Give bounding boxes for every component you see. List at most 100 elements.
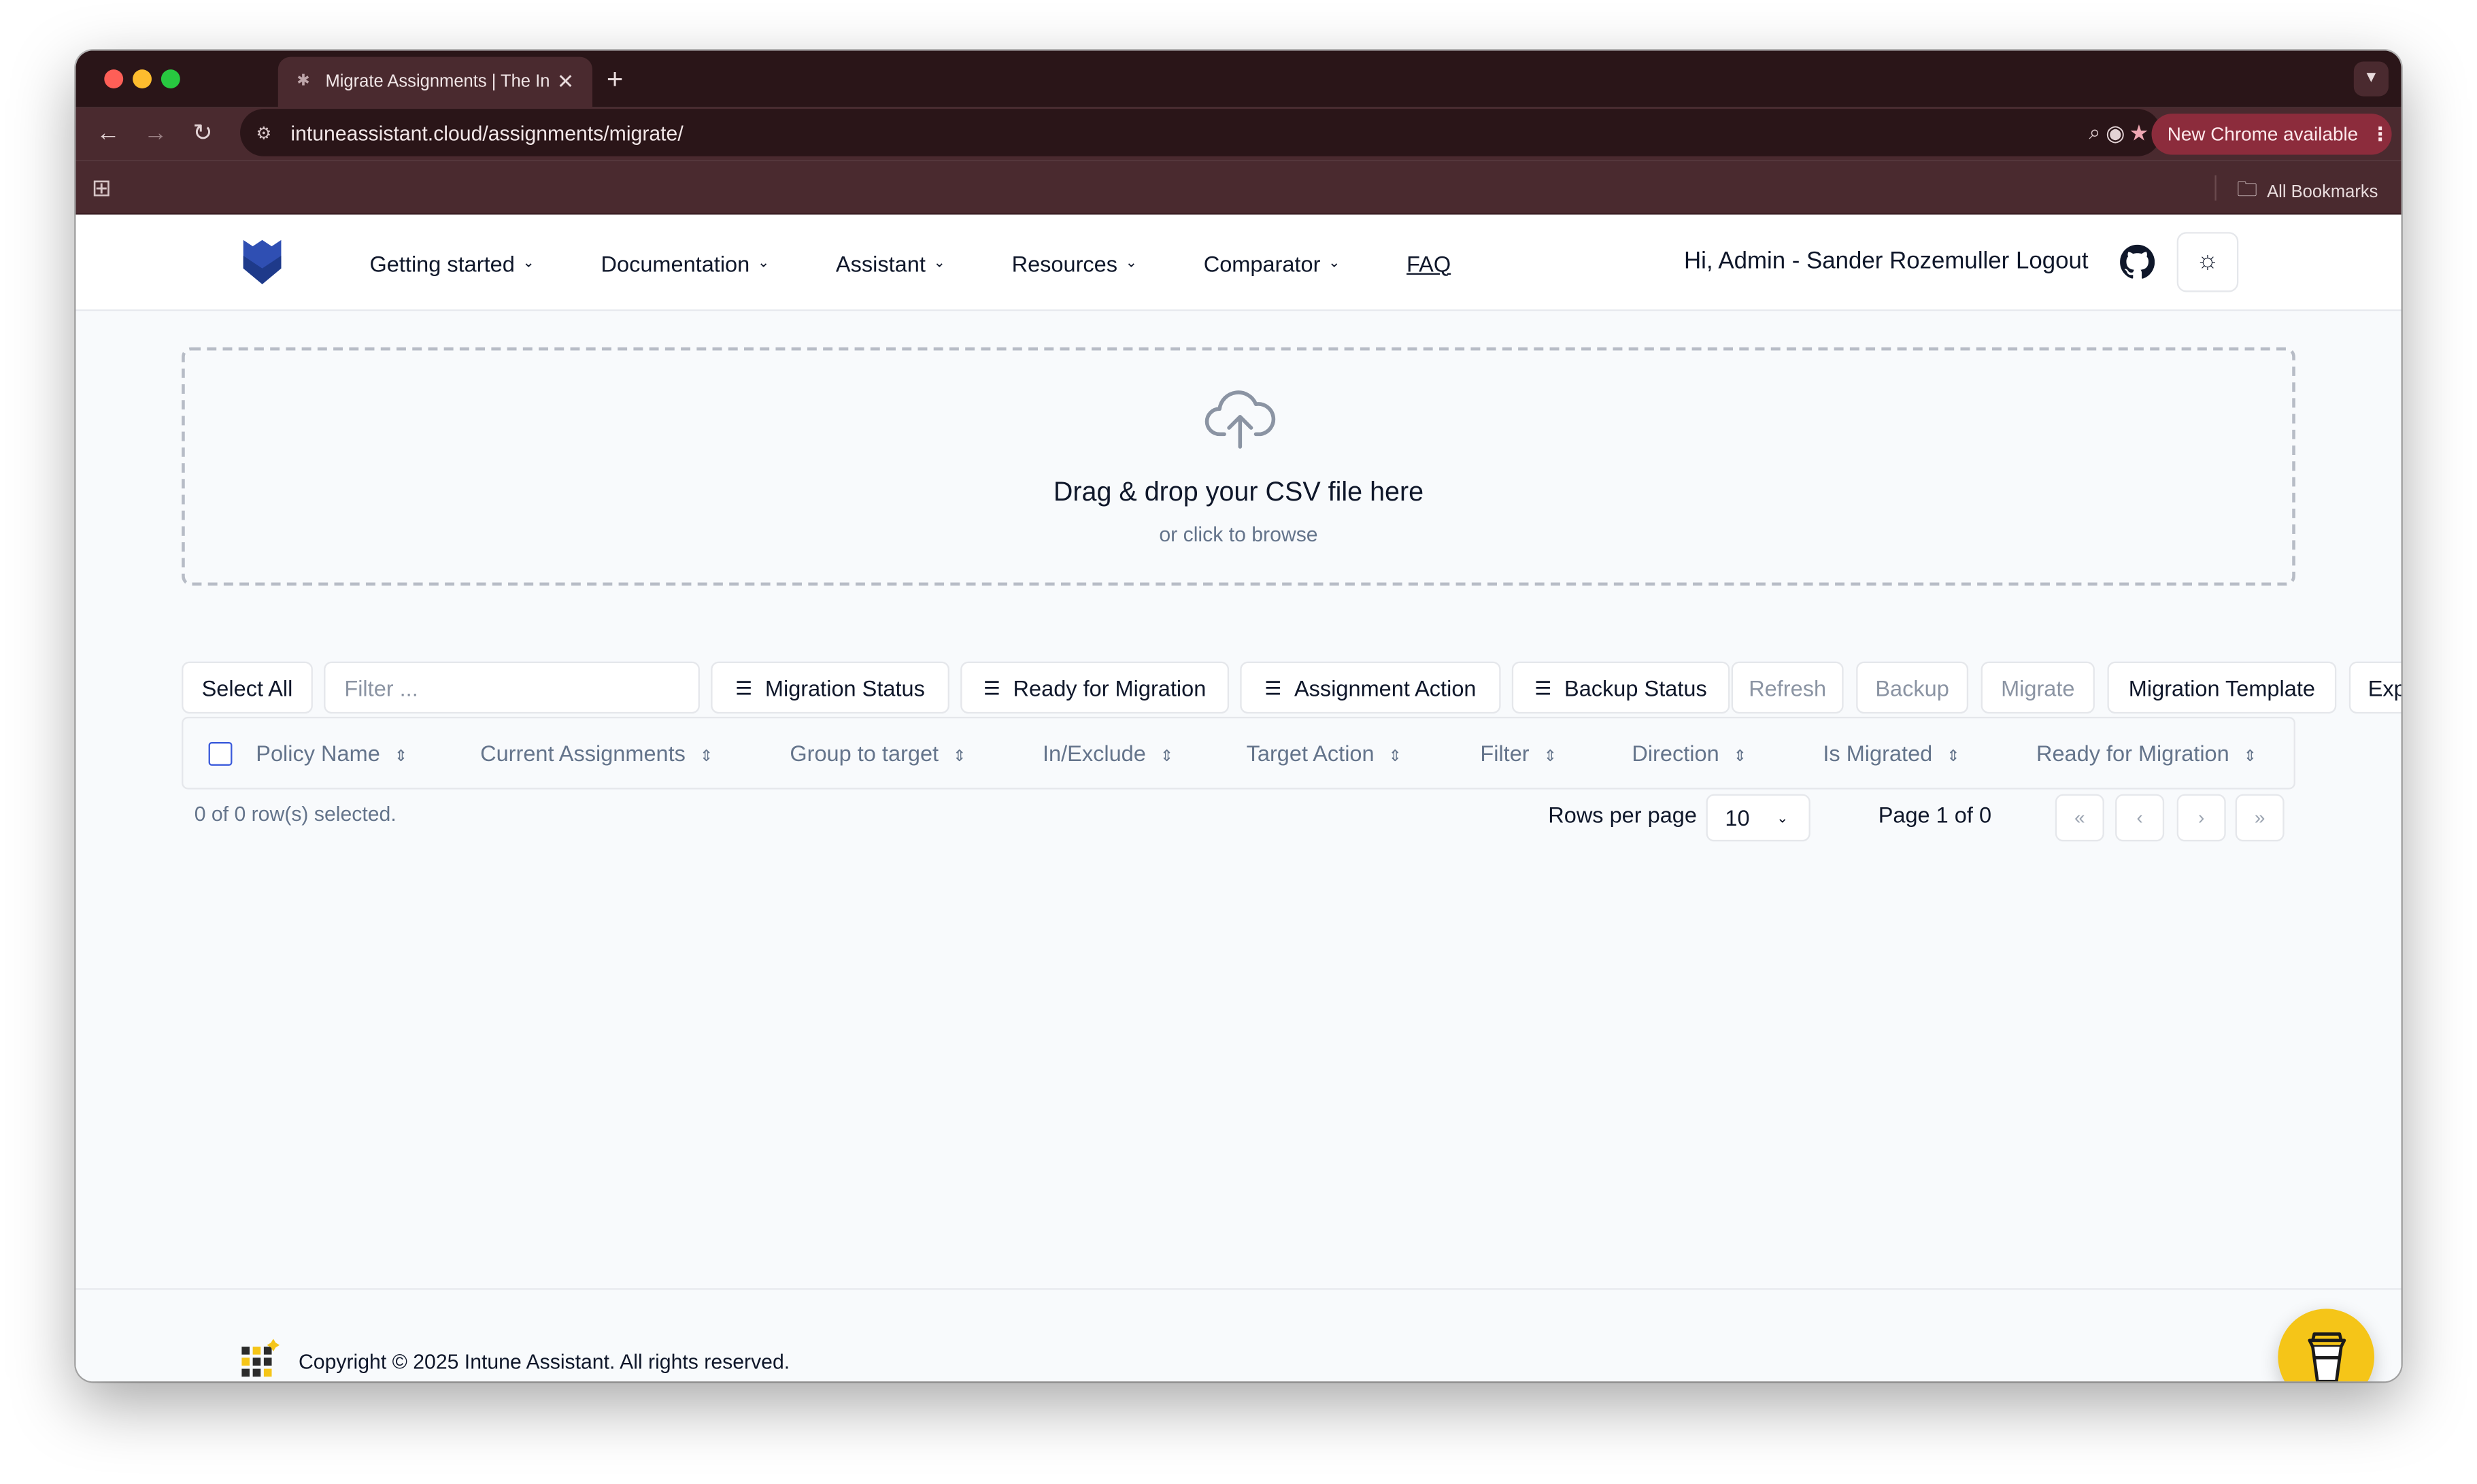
bookmarks-divider bbox=[2214, 175, 2217, 201]
refresh-button[interactable]: Refresh bbox=[1731, 661, 1844, 714]
more-menu-icon: ⋮ bbox=[2370, 123, 2390, 146]
double-chevron-right-icon: » bbox=[2254, 807, 2265, 829]
migration-status-filter-button[interactable]: ☰ Migration Status bbox=[711, 661, 949, 714]
column-label: Is Migrated bbox=[1823, 740, 1933, 766]
back-arrow-icon[interactable]: ← bbox=[97, 120, 120, 148]
sort-icon: ⇕ bbox=[699, 748, 713, 766]
new-tab-button[interactable]: + bbox=[607, 63, 623, 95]
tab-search-chevron-icon[interactable]: ▼ bbox=[2353, 61, 2389, 97]
nav-label: Assistant bbox=[835, 250, 926, 276]
theme-toggle-button[interactable]: ☼ bbox=[2176, 232, 2239, 292]
chevron-left-icon: ‹ bbox=[2136, 807, 2143, 829]
column-target-action[interactable]: Target Action ⇕ bbox=[1247, 741, 1402, 766]
select-all-button[interactable]: Select All bbox=[182, 661, 313, 714]
column-is-migrated[interactable]: Is Migrated ⇕ bbox=[1823, 741, 1959, 766]
column-ready-for-migration[interactable]: Ready for Migration ⇕ bbox=[2036, 741, 2257, 766]
filter-input[interactable] bbox=[324, 661, 700, 714]
github-icon[interactable] bbox=[2120, 244, 2155, 280]
bookmarks-bar: ⊞ 🗀 All Bookmarks bbox=[75, 161, 2402, 215]
column-filter[interactable]: Filter ⇕ bbox=[1480, 741, 1557, 766]
chrome-update-button[interactable]: New Chrome available ⋮ bbox=[2151, 114, 2392, 155]
previous-page-button[interactable]: ‹ bbox=[2115, 794, 2165, 842]
maximize-window-button[interactable] bbox=[161, 69, 180, 88]
update-label: New Chrome available bbox=[2167, 123, 2359, 146]
nav-assistant[interactable]: Assistant ⌄ bbox=[836, 250, 945, 275]
column-group-to-target[interactable]: Group to target ⇕ bbox=[790, 741, 966, 766]
page-content: Getting started ⌄ Documentation ⌄ Assist… bbox=[75, 214, 2402, 1382]
site-info-icon[interactable]: ⚙ bbox=[240, 122, 288, 143]
column-label: Group to target bbox=[790, 740, 939, 766]
assignment-action-filter-button[interactable]: ☰ Assignment Action bbox=[1240, 661, 1501, 714]
browser-window: ✱ Migrate Assignments | The In ✕ + ▼ ← →… bbox=[75, 50, 2402, 1382]
url-text[interactable]: intuneassistant.cloud/assignments/migrat… bbox=[288, 121, 2073, 145]
browser-toolbar: ← → ↻ ⚙ intuneassistant.cloud/assignment… bbox=[75, 107, 2402, 161]
select-all-checkbox[interactable] bbox=[208, 742, 233, 766]
nav-label: Documentation bbox=[601, 250, 750, 276]
all-bookmarks-button[interactable]: 🗀 All Bookmarks bbox=[2237, 175, 2378, 210]
all-bookmarks-label: All Bookmarks bbox=[2267, 183, 2378, 203]
tab-favicon-icon: ✱ bbox=[297, 72, 310, 90]
browser-tab-active[interactable]: ✱ Migrate Assignments | The In ✕ bbox=[277, 56, 593, 107]
column-label: Direction bbox=[1632, 740, 1719, 766]
chevron-down-icon: ⌄ bbox=[1125, 254, 1138, 270]
filter-lines-icon: ☰ bbox=[983, 676, 1000, 699]
nav-label: Getting started bbox=[369, 250, 515, 276]
site-header: Getting started ⌄ Documentation ⌄ Assist… bbox=[75, 214, 2402, 311]
filter-lines-icon: ☰ bbox=[735, 676, 752, 699]
main-nav: Getting started ⌄ Documentation ⌄ Assist… bbox=[370, 215, 1451, 311]
rows-per-page-select[interactable]: 10 ⌄ bbox=[1706, 794, 1810, 842]
nav-comparator[interactable]: Comparator ⌄ bbox=[1204, 250, 1341, 275]
button-label: Backup Status bbox=[1564, 675, 1707, 701]
tab-close-icon[interactable]: ✕ bbox=[554, 69, 577, 95]
csv-dropzone[interactable]: Drag & drop your CSV file here or click … bbox=[182, 347, 2295, 586]
sort-icon: ⇕ bbox=[2243, 748, 2257, 766]
coffee-cup-icon bbox=[2307, 1332, 2346, 1382]
migrate-button[interactable]: Migrate bbox=[1981, 661, 2095, 714]
next-page-button[interactable]: › bbox=[2176, 794, 2226, 842]
backup-status-filter-button[interactable]: ☰ Backup Status bbox=[1511, 661, 1730, 714]
sort-icon: ⇕ bbox=[952, 748, 966, 766]
close-window-button[interactable] bbox=[104, 69, 124, 88]
sort-icon: ⇕ bbox=[1388, 748, 1402, 766]
nav-faq-link[interactable]: FAQ bbox=[1406, 250, 1451, 275]
first-page-button[interactable]: « bbox=[2055, 794, 2104, 842]
table-toolbar: Select All ☰ Migration Status ☰ Ready fo… bbox=[182, 661, 2402, 715]
column-direction[interactable]: Direction ⇕ bbox=[1632, 741, 1747, 766]
rows-per-page-value: 10 bbox=[1725, 805, 1750, 831]
export-button[interactable]: Exp bbox=[2348, 661, 2402, 714]
user-greeting[interactable]: Hi, Admin - Sander Rozemuller Logout bbox=[1684, 248, 2089, 274]
chevron-down-icon: ⌄ bbox=[757, 254, 770, 270]
backup-button[interactable]: Backup bbox=[1856, 661, 1969, 714]
reload-icon[interactable]: ↻ bbox=[192, 120, 212, 148]
copyright-text: Copyright © 2025 Intune Assistant. All r… bbox=[298, 1349, 790, 1374]
table-pagination: 0 of 0 row(s) selected. Rows per page 10… bbox=[182, 794, 2295, 842]
sort-icon: ⇕ bbox=[1160, 748, 1174, 766]
filter-lines-icon: ☰ bbox=[1534, 676, 1551, 699]
address-bar[interactable]: ⚙ intuneassistant.cloud/assignments/migr… bbox=[240, 109, 2161, 156]
column-in-exclude[interactable]: In/Exclude ⇕ bbox=[1043, 741, 1173, 766]
forward-arrow-icon[interactable]: → bbox=[144, 120, 167, 148]
rows-per-page-label: Rows per page bbox=[1548, 802, 1697, 828]
apps-grid-icon[interactable]: ⊞ bbox=[92, 173, 112, 202]
column-current-assignments[interactable]: Current Assignments ⇕ bbox=[480, 741, 713, 766]
nav-getting-started[interactable]: Getting started ⌄ bbox=[370, 250, 535, 275]
chevron-right-icon: › bbox=[2198, 807, 2205, 829]
chevron-down-icon: ⌄ bbox=[1328, 254, 1341, 270]
column-policy-name[interactable]: Policy Name ⇕ bbox=[256, 741, 407, 766]
button-label: Assignment Action bbox=[1294, 675, 1477, 701]
intune-assistant-footer-logo bbox=[241, 1338, 280, 1377]
column-label: Current Assignments bbox=[480, 740, 686, 766]
minimize-window-button[interactable] bbox=[133, 69, 152, 88]
last-page-button[interactable]: » bbox=[2235, 794, 2285, 842]
intune-assistant-logo[interactable] bbox=[240, 237, 284, 287]
nav-documentation[interactable]: Documentation ⌄ bbox=[601, 250, 769, 275]
chevron-down-icon: ⌄ bbox=[522, 254, 535, 270]
double-chevron-left-icon: « bbox=[2074, 807, 2085, 829]
chevron-down-icon: ⌄ bbox=[933, 254, 946, 270]
nav-resources[interactable]: Resources ⌄ bbox=[1012, 250, 1138, 275]
cloud-upload-icon bbox=[1204, 390, 1276, 449]
dropzone-subtitle: or click to browse bbox=[1159, 522, 1318, 547]
migration-template-button[interactable]: Migration Template bbox=[2107, 661, 2337, 714]
ready-for-migration-filter-button[interactable]: ☰ Ready for Migration bbox=[960, 661, 1230, 714]
profile-icon[interactable]: ◉ bbox=[2106, 120, 2125, 146]
